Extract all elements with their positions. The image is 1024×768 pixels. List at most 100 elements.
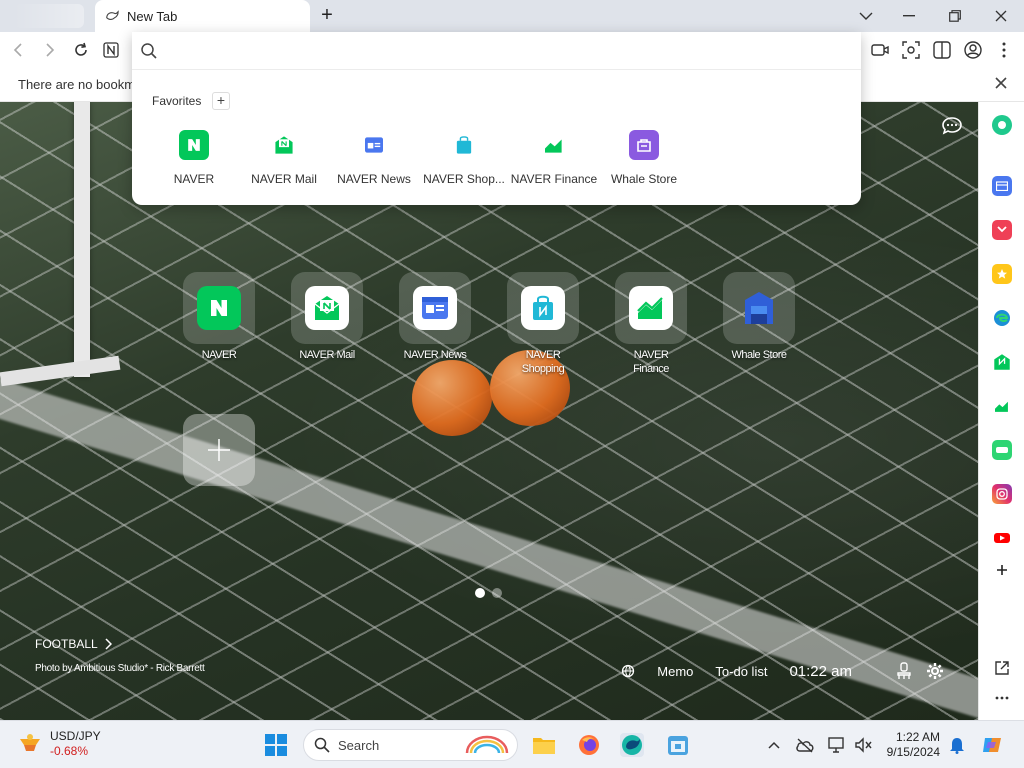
copilot-icon[interactable] (980, 733, 1004, 757)
cloud-offline-icon[interactable] (793, 733, 817, 757)
memo-button[interactable]: Memo (657, 664, 693, 679)
search-label: Search (338, 737, 380, 753)
favorite-label: NAVER Shop... (423, 172, 505, 186)
add-favorite-button[interactable]: + (212, 92, 230, 110)
back-icon[interactable] (8, 40, 28, 60)
finance-icon[interactable] (992, 396, 1012, 416)
menu-icon[interactable] (994, 40, 1014, 60)
chevron-right-icon (105, 638, 112, 650)
taskbar-search[interactable]: Search (303, 729, 518, 761)
add-icon[interactable] (992, 560, 1012, 580)
football-image (412, 360, 492, 436)
favorite-naver-finance[interactable]: NAVER Finance (509, 130, 599, 186)
whale-browser-icon[interactable] (620, 733, 644, 757)
stock-widget[interactable]: USD/JPY -0.68% (18, 729, 101, 759)
speed-dial-label: NAVER Shopping (521, 349, 565, 375)
file-explorer-icon[interactable] (532, 733, 556, 757)
close-window-button[interactable] (990, 6, 1012, 26)
volume-muted-icon[interactable] (851, 733, 875, 757)
clock-widget: 01:22 am (789, 662, 852, 680)
tab-new-tab[interactable]: New Tab (95, 0, 310, 32)
address-input[interactable] (166, 38, 846, 64)
profile-icon[interactable] (963, 40, 983, 60)
category-label: FOOTBALL (35, 637, 98, 651)
popout-icon[interactable] (992, 658, 1012, 678)
papago-icon[interactable] (992, 440, 1012, 460)
taskbar: USD/JPY -0.68% Search 1:22 AM 9/15/2024 (0, 720, 1024, 768)
naver-icon[interactable] (101, 40, 121, 60)
search-icon (314, 737, 330, 753)
firefox-icon[interactable] (577, 733, 601, 757)
speed-dial-naver-mail[interactable]: NAVER Mail (291, 272, 363, 362)
add-speed-dial-button[interactable] (183, 414, 255, 486)
brush-icon[interactable] (896, 662, 912, 680)
whale-store-logo-icon (629, 130, 659, 160)
windows-start-icon[interactable] (264, 733, 288, 757)
chat-icon[interactable] (941, 116, 963, 141)
youtube-icon[interactable] (992, 528, 1012, 548)
speed-dial-label: NAVER (201, 349, 237, 361)
page-indicator[interactable] (492, 588, 502, 598)
speed-dial-naver[interactable]: NAVER (183, 272, 255, 362)
system-date: 9/15/2024 (886, 745, 940, 759)
edge-icon[interactable] (992, 308, 1012, 328)
forward-icon[interactable] (40, 40, 60, 60)
search-highlight-icon (465, 735, 509, 754)
goal-post (74, 102, 90, 377)
naver-mail-logo-icon (305, 286, 349, 330)
background-category[interactable]: FOOTBALL (35, 637, 204, 651)
green-dot-icon[interactable] (992, 115, 1012, 135)
close-icon[interactable] (994, 76, 1010, 92)
speed-dial-naver-finance[interactable]: NAVER Finance (615, 272, 687, 376)
network-icon[interactable] (825, 733, 849, 757)
instagram-icon[interactable] (992, 484, 1012, 504)
photo-credit: Photo by Ambitious Studio* - Rick Barret… (35, 663, 205, 674)
naver-mail-icon[interactable] (992, 352, 1012, 372)
previous-tab-ghost (14, 4, 84, 28)
naver-news-logo-icon (359, 130, 389, 160)
search-icon (141, 43, 157, 59)
tab-title: New Tab (127, 8, 178, 24)
pocket-icon[interactable] (992, 220, 1012, 240)
system-clock[interactable]: 1:22 AM 9/15/2024 (880, 730, 940, 760)
tab-list-chevron-icon[interactable] (855, 6, 877, 26)
more-icon[interactable] (992, 688, 1012, 708)
favorite-naver-news[interactable]: NAVER News (329, 130, 419, 186)
naver-finance-logo-icon (539, 130, 569, 160)
speed-dial-label: NAVER News (403, 349, 467, 361)
naver-finance-logo-icon (629, 286, 673, 330)
whale-icon (106, 10, 119, 20)
favorite-naver-shopping[interactable]: NAVER Shop... (419, 130, 509, 186)
widget-title: USD/JPY (50, 729, 101, 743)
speed-dial-naver-news[interactable]: NAVER News (399, 272, 471, 362)
star-icon[interactable] (992, 264, 1012, 284)
favorite-naver-mail[interactable]: NAVER Mail (239, 130, 329, 186)
widget-change: -0.68% (50, 744, 89, 758)
show-hidden-icons-chevron-icon[interactable] (762, 733, 786, 757)
favorite-label: NAVER Mail (251, 172, 317, 186)
speed-dial-label: NAVER Finance (633, 349, 669, 375)
calendar-icon[interactable] (992, 176, 1012, 196)
speed-dial-naver-shopping[interactable]: NAVER Shopping (507, 272, 579, 376)
capture-icon[interactable] (870, 40, 890, 60)
reload-icon[interactable] (71, 40, 91, 60)
minimize-button[interactable] (898, 6, 920, 26)
todo-button[interactable]: To-do list (715, 664, 767, 679)
right-sidebar (978, 102, 1024, 720)
bookmarks-empty-text: There are no bookma (18, 77, 143, 92)
favorite-naver[interactable]: NAVER (149, 130, 239, 186)
calendar-app-icon[interactable] (666, 733, 690, 757)
weather-icon[interactable] (621, 664, 635, 678)
speed-dial-whale-store[interactable]: Whale Store (723, 272, 795, 362)
new-tab-button[interactable]: + (317, 5, 337, 26)
page-indicator-active[interactable] (475, 588, 485, 598)
widgets-bar: Memo To-do list 01:22 am (621, 662, 944, 680)
settings-gear-icon[interactable] (926, 662, 944, 680)
speed-dial-label: Whale Store (731, 349, 787, 361)
restore-button[interactable] (944, 6, 966, 26)
naver-mail-logo-icon (269, 130, 299, 160)
favorite-whale-store[interactable]: Whale Store (599, 130, 689, 186)
screenshot-icon[interactable] (901, 40, 921, 60)
notification-bell-icon[interactable] (945, 733, 969, 757)
split-view-icon[interactable] (932, 40, 952, 60)
